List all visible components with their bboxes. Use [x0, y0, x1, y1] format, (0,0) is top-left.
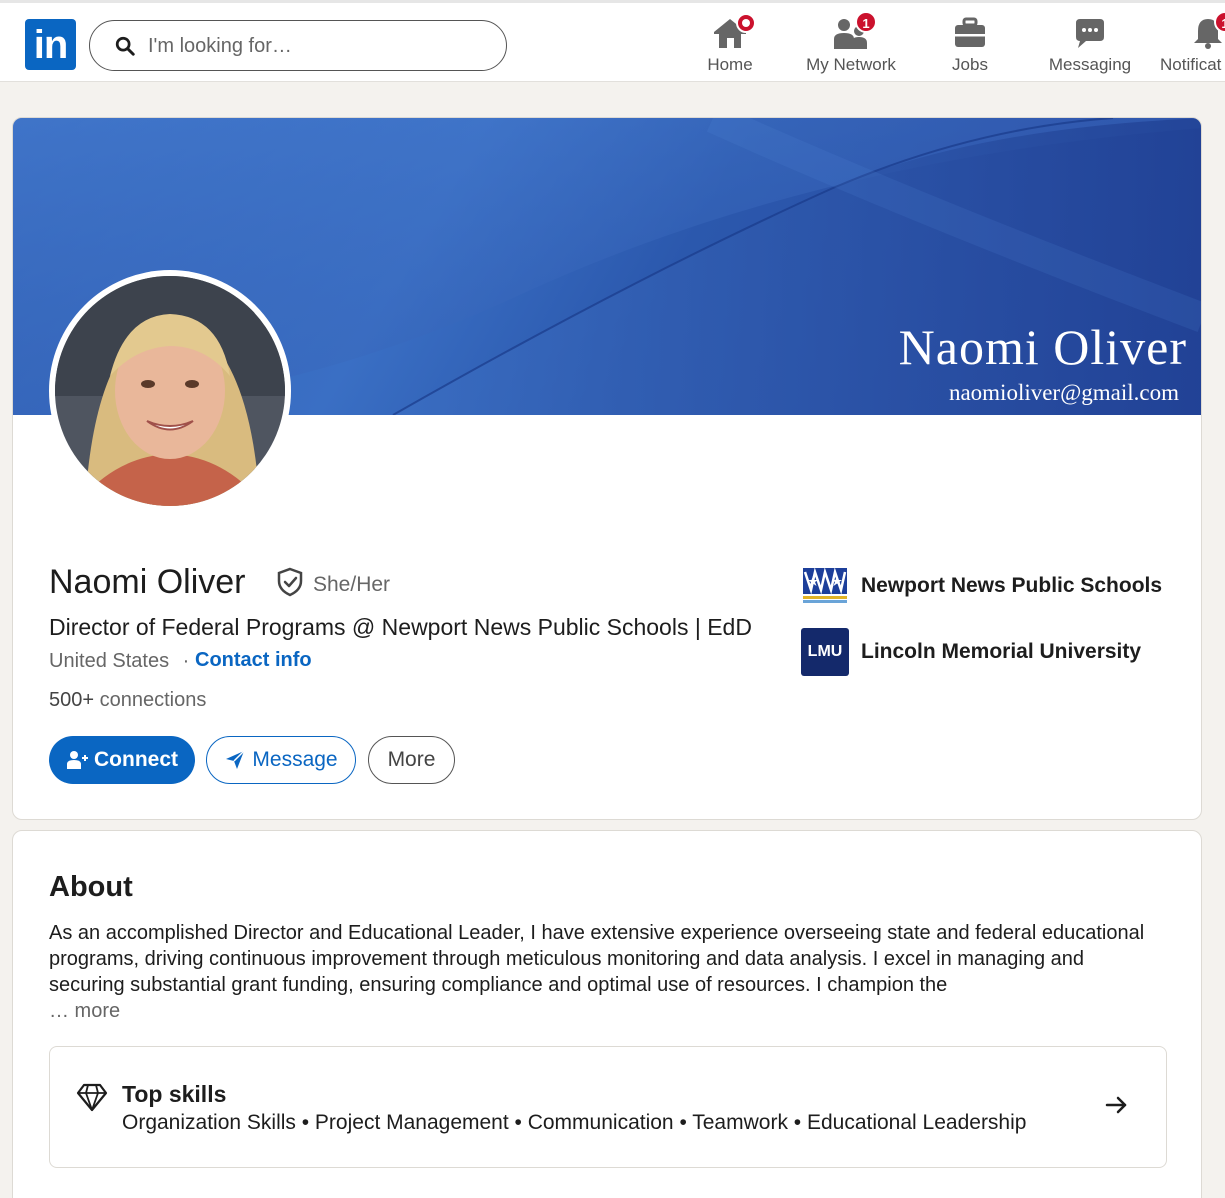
- contact-info-link[interactable]: Contact info: [195, 649, 312, 672]
- more-button[interactable]: More: [368, 736, 455, 784]
- search-bar[interactable]: [89, 20, 507, 71]
- more-label: More: [387, 748, 436, 771]
- message-label: Message: [252, 748, 338, 771]
- diamond-icon: [76, 1083, 108, 1112]
- org-lincoln-memorial-label: Lincoln Memorial University: [861, 640, 1142, 663]
- org-newport-news-label: Newport News Public Schools: [861, 574, 1163, 597]
- nav-jobs[interactable]: Jobs: [930, 13, 1010, 79]
- nav-my-network[interactable]: 1 My Network: [795, 11, 907, 79]
- nav-home-label: Home: [707, 55, 753, 74]
- top-skills-list: Organization Skills • Project Management…: [122, 1111, 1027, 1134]
- nav-home[interactable]: Home: [690, 13, 770, 79]
- connections-label: connections: [99, 689, 207, 711]
- arrow-right-icon[interactable]: [1104, 1092, 1130, 1118]
- nnps-logo: [803, 567, 847, 603]
- top-skills-box[interactable]: Top skills Organization Skills • Project…: [49, 1046, 1167, 1168]
- profile-name: Naomi Oliver: [49, 563, 246, 601]
- location-line: United States ·: [49, 650, 189, 673]
- org-newport-news[interactable]: Newport News Public Schools: [801, 562, 1162, 610]
- headline: Director of Federal Programs @ Newport N…: [49, 614, 752, 640]
- avatar[interactable]: [49, 270, 291, 512]
- logo-text: in: [33, 23, 69, 67]
- nav-notifications[interactable]: 1 Notificat: [1158, 13, 1225, 79]
- chat-icon: [1076, 19, 1104, 48]
- message-button[interactable]: Message: [206, 736, 356, 784]
- top-nav: in Home 1 My Network: [0, 0, 1225, 82]
- top-skills-title: Top skills: [122, 1081, 227, 1107]
- about-title: About: [49, 871, 133, 903]
- lmu-logo: LMU: [801, 628, 849, 676]
- profile-photo: [55, 276, 285, 506]
- network-badge: 1: [855, 11, 877, 33]
- connections[interactable]: 500+ connections: [49, 689, 206, 712]
- location-separator: ·: [182, 650, 190, 672]
- home-badge: [736, 13, 756, 33]
- banner-name: Naomi Oliver: [898, 319, 1187, 375]
- search-icon: [115, 36, 135, 56]
- nav-messaging[interactable]: Messaging: [1040, 13, 1140, 79]
- pronouns: She/Her: [313, 573, 391, 596]
- connections-count: 500+: [49, 689, 95, 711]
- about-text: As an accomplished Director and Educatio…: [49, 922, 1145, 996]
- org-lincoln-memorial[interactable]: LMU Lincoln Memorial University: [801, 628, 1141, 676]
- location: United States: [49, 650, 170, 672]
- about-more-link[interactable]: … more: [49, 1000, 120, 1023]
- search-input[interactable]: [148, 31, 478, 61]
- nav-jobs-label: Jobs: [952, 55, 988, 74]
- connect-button[interactable]: Connect: [49, 736, 195, 784]
- linkedin-logo[interactable]: in: [25, 19, 76, 70]
- banner-email: naomioliver@gmail.com: [948, 380, 1179, 405]
- nav-messaging-label: Messaging: [1048, 55, 1132, 74]
- verified-shield-icon[interactable]: [275, 567, 305, 597]
- profile-card: Naomi Oliver naomioliver@gmail.com Naomi…: [12, 117, 1202, 820]
- nav-notifications-label: Notificat: [1160, 55, 1222, 74]
- about-card: About As an accomplished Director and Ed…: [12, 830, 1202, 1198]
- briefcase-icon: [955, 17, 985, 47]
- add-person-icon: [67, 751, 88, 769]
- connect-label: Connect: [94, 748, 178, 771]
- nav-my-network-label: My Network: [806, 55, 896, 74]
- send-icon: [226, 750, 245, 769]
